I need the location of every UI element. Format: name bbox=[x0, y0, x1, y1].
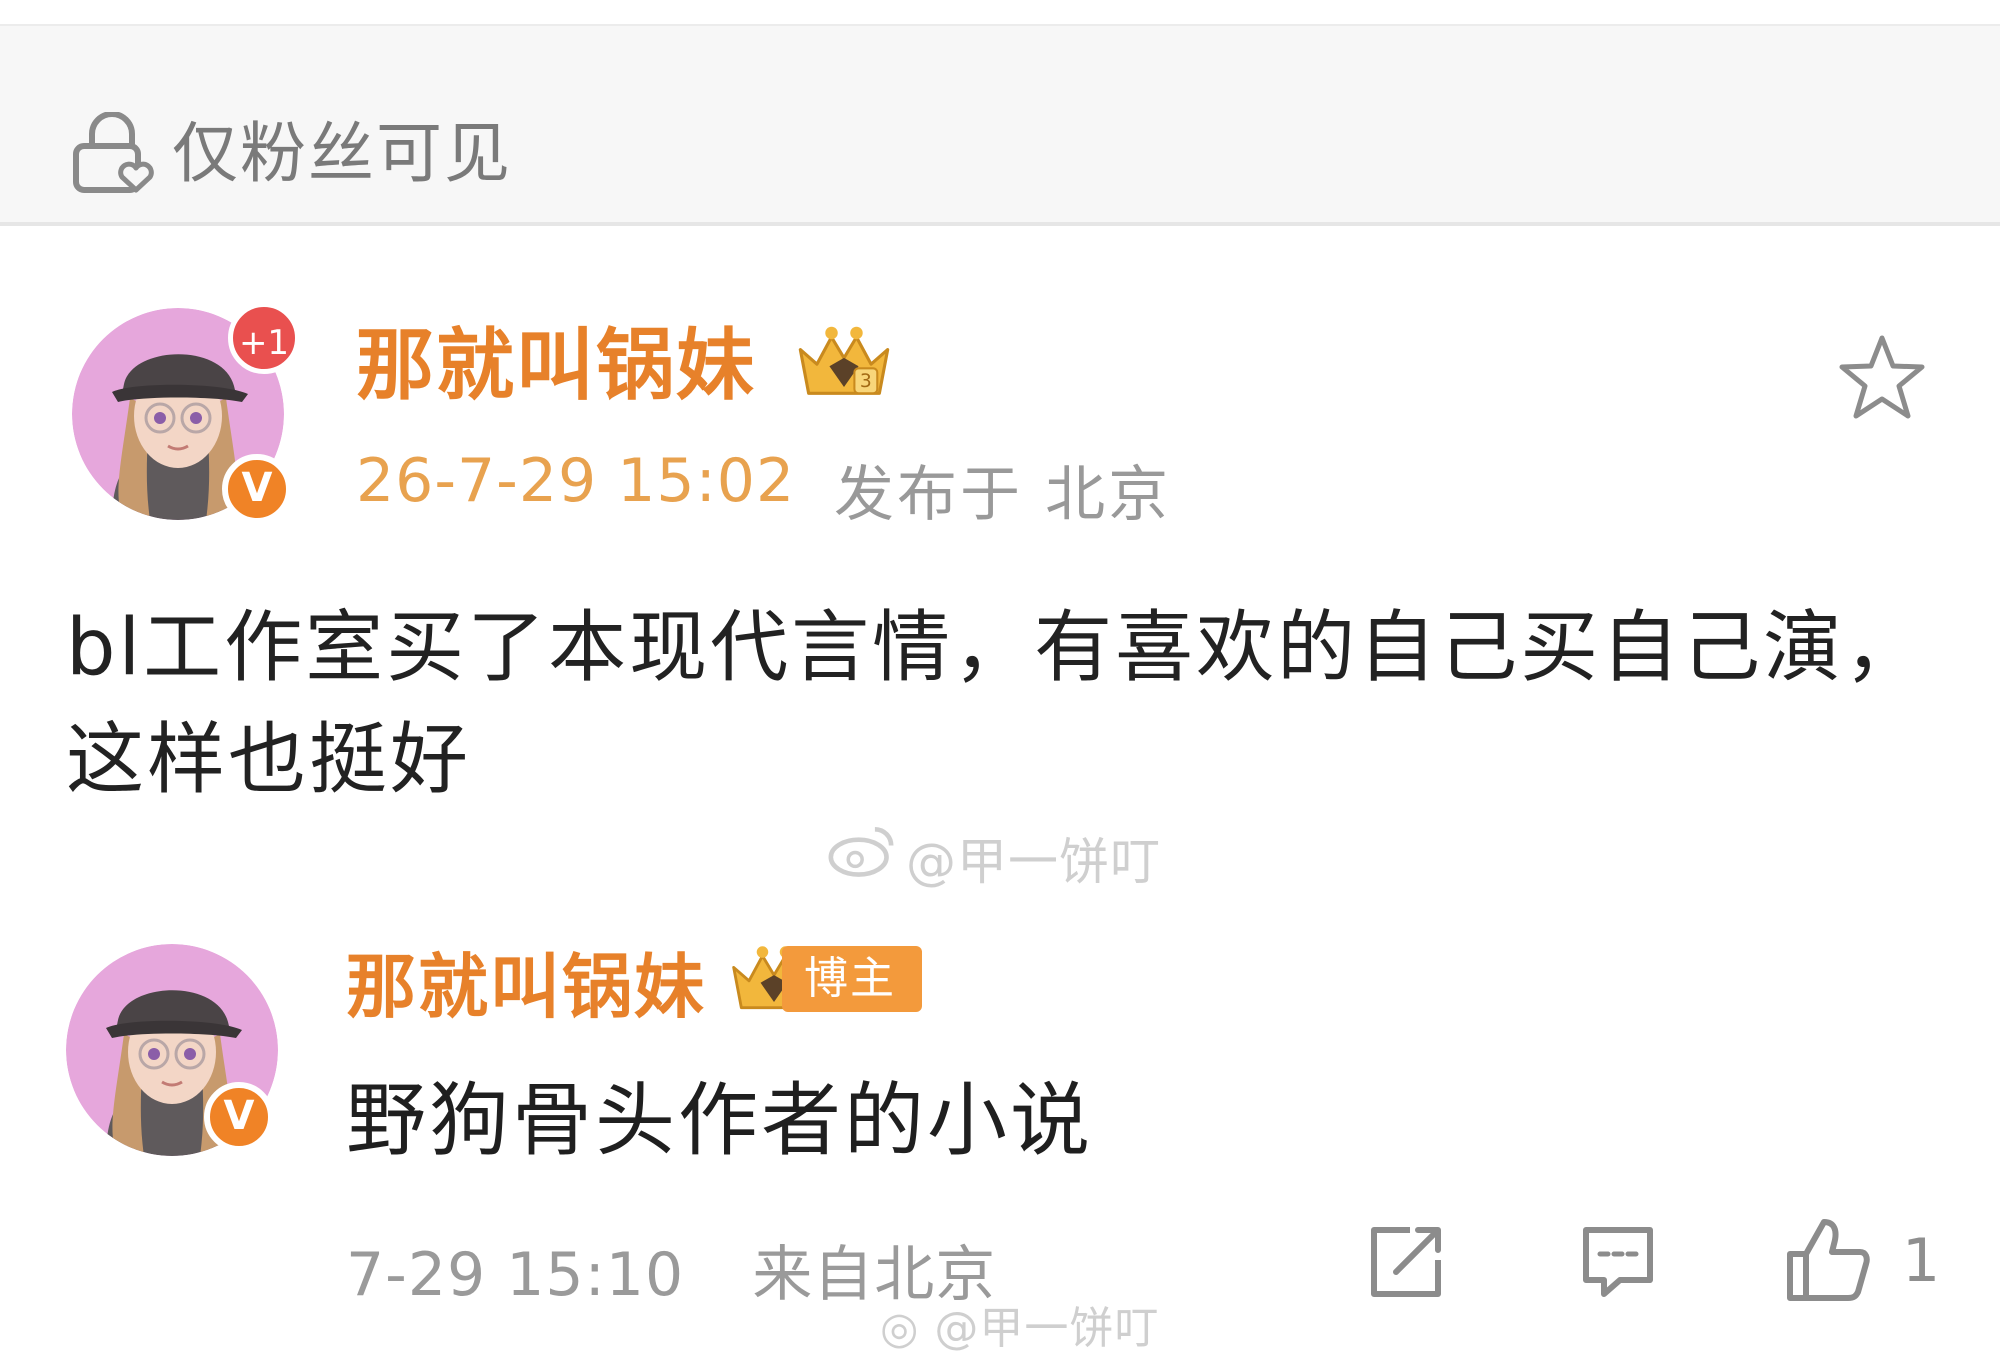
reply-timestamp: 7-29 15:10 bbox=[346, 1240, 685, 1310]
star-icon[interactable] bbox=[1836, 332, 1928, 424]
share-icon[interactable] bbox=[1366, 1222, 1446, 1302]
verified-badge: V bbox=[204, 1082, 274, 1152]
reply-author-name[interactable]: 那就叫锅妹 bbox=[346, 944, 706, 1030]
post-location: 发布于 北京 bbox=[834, 460, 1172, 530]
visibility-banner: 仅粉丝可见 bbox=[0, 26, 2000, 226]
footer-watermark: ◎ @甲一饼叮 bbox=[880, 1292, 1159, 1356]
post-timestamp: 26-7-29 15:02 bbox=[356, 446, 796, 516]
comment-icon[interactable] bbox=[1578, 1222, 1658, 1302]
top-divider bbox=[0, 0, 2000, 27]
like-count: 1 bbox=[1902, 1226, 1941, 1296]
weibo-icon: ◎ bbox=[880, 1303, 920, 1354]
author-name[interactable]: 那就叫锅妹 bbox=[356, 318, 756, 414]
visibility-label: 仅粉丝可见 bbox=[172, 115, 512, 192]
footer-watermark-text: @甲一饼叮 bbox=[934, 1303, 1160, 1354]
post-body: bl工作室买了本现代言情，有喜欢的自己买自己演，这样也挺好 bbox=[66, 603, 1926, 805]
svg-text:3: 3 bbox=[860, 371, 872, 392]
blogger-tag: 博主 bbox=[782, 946, 922, 1012]
verified-badge: V bbox=[222, 454, 292, 524]
like-icon[interactable] bbox=[1782, 1214, 1872, 1304]
watermark-text: @甲一饼叮 bbox=[906, 833, 1161, 891]
notification-badge: +1 bbox=[228, 302, 300, 374]
crown-badge-icon: 3 bbox=[798, 326, 890, 395]
weibo-icon bbox=[828, 826, 894, 877]
reply-text: 野狗骨头作者的小说 bbox=[346, 1074, 1093, 1167]
lock-heart-icon bbox=[73, 112, 154, 193]
